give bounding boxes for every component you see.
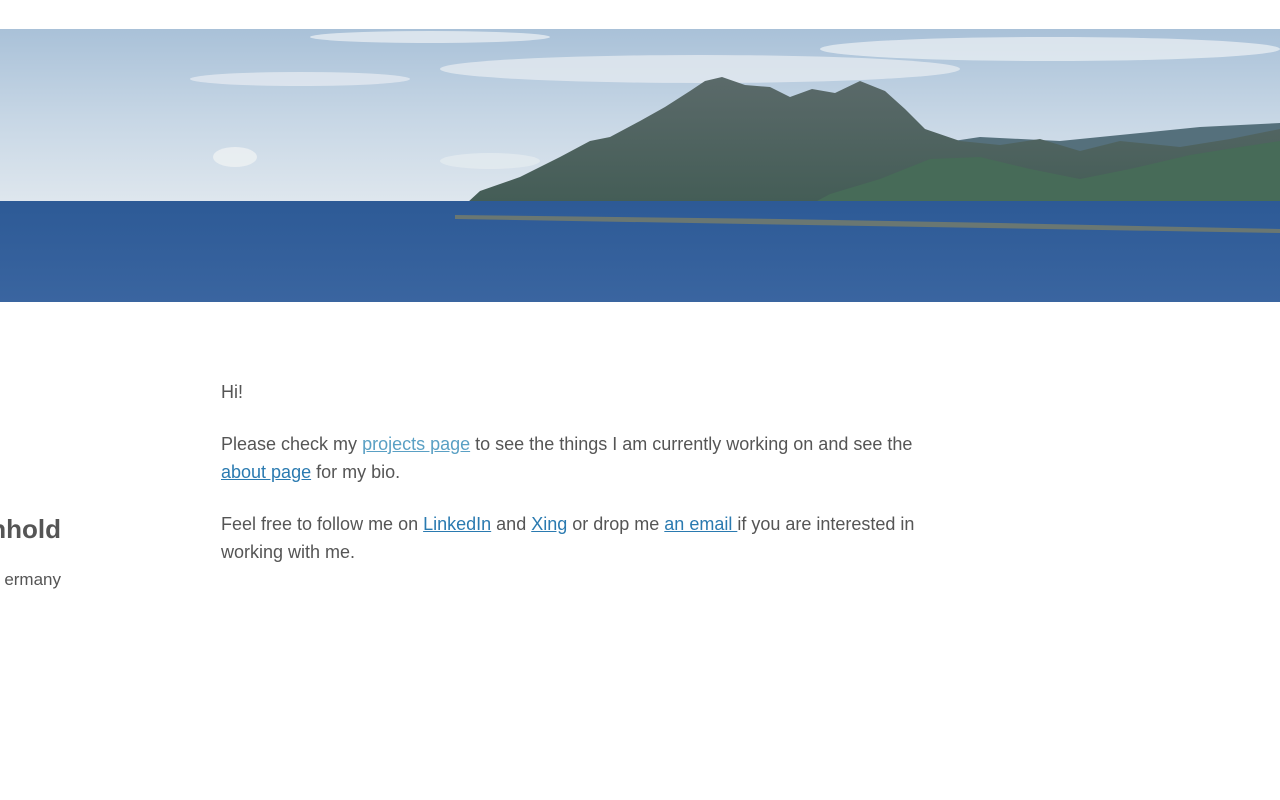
contact-paragraph: Feel free to follow me on LinkedIn and X… bbox=[221, 510, 961, 566]
intro-text-2: to see the things I am currently working… bbox=[470, 434, 913, 454]
greeting: Hi! bbox=[221, 378, 961, 406]
xing-link[interactable]: Xing bbox=[531, 514, 567, 534]
author-sidebar: nhold ermany bbox=[0, 300, 200, 800]
intro-paragraph: Please check my projects page to see the… bbox=[221, 430, 961, 486]
about-page-link[interactable]: about page bbox=[221, 462, 311, 482]
contact-text-2: and bbox=[491, 514, 532, 534]
contact-text-3: or drop me bbox=[567, 514, 665, 534]
top-bar bbox=[0, 0, 1280, 29]
email-link[interactable]: an email bbox=[664, 514, 737, 534]
header-banner-image bbox=[0, 29, 1280, 302]
page-content: Hi! Please check my projects page to see… bbox=[221, 378, 961, 590]
banner-landscape bbox=[0, 29, 1280, 302]
intro-text-3: for my bio. bbox=[311, 462, 401, 482]
greeting-text: Hi! bbox=[221, 382, 243, 402]
author-name: nhold bbox=[0, 514, 61, 544]
author-location: ermany bbox=[4, 570, 61, 589]
linkedin-link[interactable]: LinkedIn bbox=[423, 514, 491, 534]
projects-page-link[interactable]: projects page bbox=[362, 434, 470, 454]
contact-text-1: Feel free to follow me on bbox=[221, 514, 424, 534]
intro-text-1: Please check my bbox=[221, 434, 363, 454]
